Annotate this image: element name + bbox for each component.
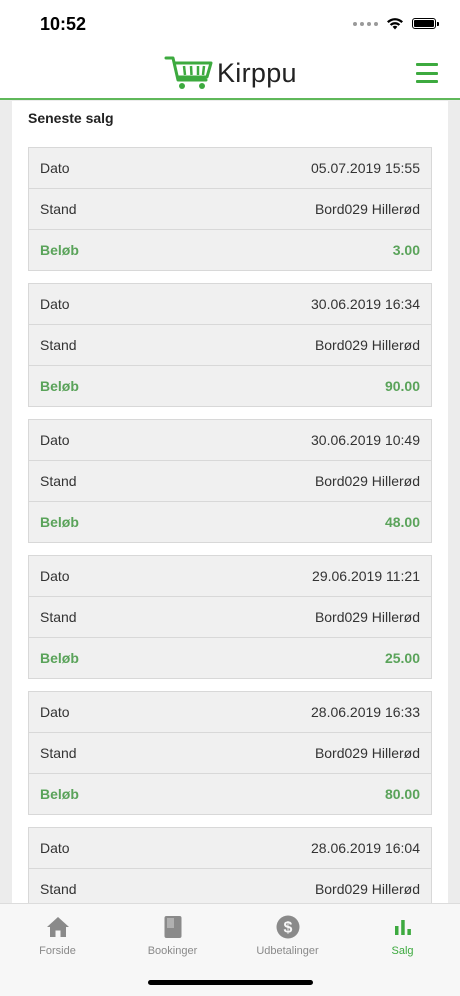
stand-value: Bord029 Hillerød: [314, 609, 420, 625]
stand-value: Bord029 Hillerød: [314, 881, 420, 897]
sale-card: Dato 28.06.2019 16:33 Stand Bord029 Hill…: [28, 691, 432, 815]
tab-label: Bookinger: [147, 945, 198, 957]
menu-button[interactable]: [416, 63, 438, 83]
status-bar: 10:52: [0, 0, 460, 50]
date-row: Dato 28.06.2019 16:04: [29, 828, 431, 869]
section-title: Seneste salg: [28, 110, 114, 126]
stand-value: Bord029 Hillerød: [314, 473, 420, 489]
amount-row: Beløb 48.00: [29, 502, 431, 542]
amount-value: 80.00: [384, 786, 420, 802]
date-label: Dato: [40, 432, 70, 448]
sales-panel: Seneste salg Dato 05.07.2019 15:55 Stand…: [12, 101, 448, 903]
amount-value: 48.00: [384, 514, 420, 530]
tab-salg[interactable]: Salg: [345, 914, 460, 957]
date-label: Dato: [40, 568, 70, 584]
tab-udbetalinger[interactable]: $ Udbetalinger: [230, 914, 345, 957]
date-row: Dato 28.06.2019 16:33: [29, 692, 431, 733]
amount-label: Beløb: [40, 378, 79, 394]
date-value: 30.06.2019 16:34: [311, 296, 420, 312]
date-row: Dato 30.06.2019 10:49: [29, 420, 431, 461]
stand-value: Bord029 Hillerød: [314, 745, 420, 761]
amount-label: Beløb: [40, 514, 79, 530]
date-label: Dato: [40, 840, 70, 856]
sale-card: Dato 30.06.2019 16:34 Stand Bord029 Hill…: [28, 283, 432, 407]
stand-row: Stand Bord029 Hillerød: [29, 733, 431, 774]
date-value: 29.06.2019 11:21: [312, 568, 420, 584]
stand-row: Stand Bord029 Hillerød: [29, 869, 431, 903]
stand-row: Stand Bord029 Hillerød: [29, 461, 431, 502]
amount-value: 25.00: [384, 650, 420, 666]
stand-row: Stand Bord029 Hillerød: [29, 597, 431, 638]
cart-logo-icon: [164, 56, 213, 89]
stand-label: Stand: [40, 201, 77, 217]
status-icons: [353, 17, 439, 30]
book-icon: [164, 916, 181, 938]
tab-forside[interactable]: Forside: [0, 914, 115, 957]
amount-label: Beløb: [40, 242, 79, 258]
amount-row: Beløb 3.00: [29, 230, 431, 270]
svg-text:$: $: [283, 920, 292, 937]
date-row: Dato 29.06.2019 11:21: [29, 556, 431, 597]
amount-row: Beløb 90.00: [29, 366, 431, 406]
amount-value: 90.00: [384, 378, 420, 394]
status-time: 10:52: [40, 14, 87, 34]
date-row: Dato 05.07.2019 15:55: [29, 148, 431, 189]
date-value: 30.06.2019 10:49: [311, 432, 420, 448]
app-header: Kirppu: [0, 50, 460, 100]
stand-value: Bord029 Hillerød: [314, 201, 420, 217]
amount-row: Beløb 80.00: [29, 774, 431, 814]
date-value: 28.06.2019 16:04: [311, 840, 420, 856]
dollar-icon: $: [276, 915, 299, 939]
sale-card: Dato 05.07.2019 15:55 Stand Bord029 Hill…: [28, 147, 432, 271]
amount-value: 3.00: [392, 242, 420, 258]
stand-label: Stand: [40, 609, 77, 625]
stand-label: Stand: [40, 745, 77, 761]
date-value: 28.06.2019 16:33: [311, 704, 420, 720]
date-label: Dato: [40, 704, 70, 720]
home-icon: [46, 917, 69, 937]
tab-label: Udbetalinger: [256, 945, 319, 957]
date-value: 05.07.2019 15:55: [311, 160, 420, 176]
signal-icon: [353, 21, 378, 26]
stand-label: Stand: [40, 881, 77, 897]
amount-row: Beløb 25.00: [29, 638, 431, 678]
tab-label: Forside: [39, 945, 76, 957]
amount-label: Beløb: [40, 786, 79, 802]
sale-card: Dato 29.06.2019 11:21 Stand Bord029 Hill…: [28, 555, 432, 679]
bar-chart-icon: [394, 920, 411, 935]
amount-label: Beløb: [40, 650, 79, 666]
sale-card: Dato 28.06.2019 16:04 Stand Bord029 Hill…: [28, 827, 432, 903]
stand-row: Stand Bord029 Hillerød: [29, 325, 431, 366]
app-logo[interactable]: Kirppu: [164, 54, 297, 92]
stand-row: Stand Bord029 Hillerød: [29, 189, 431, 230]
date-label: Dato: [40, 160, 70, 176]
stand-label: Stand: [40, 337, 77, 353]
date-label: Dato: [40, 296, 70, 312]
tab-bookinger[interactable]: Bookinger: [115, 914, 230, 957]
menu-icon: [416, 63, 438, 66]
battery-icon: [412, 18, 439, 29]
home-indicator[interactable]: [148, 980, 313, 985]
stand-value: Bord029 Hillerød: [314, 337, 420, 353]
tab-label: Salg: [391, 945, 414, 957]
date-row: Dato 30.06.2019 16:34: [29, 284, 431, 325]
logo-text: Kirppu: [217, 57, 297, 88]
sales-list: Dato 05.07.2019 15:55 Stand Bord029 Hill…: [28, 147, 432, 903]
stand-label: Stand: [40, 473, 77, 489]
sale-card: Dato 30.06.2019 10:49 Stand Bord029 Hill…: [28, 419, 432, 543]
wifi-icon: [387, 18, 403, 30]
